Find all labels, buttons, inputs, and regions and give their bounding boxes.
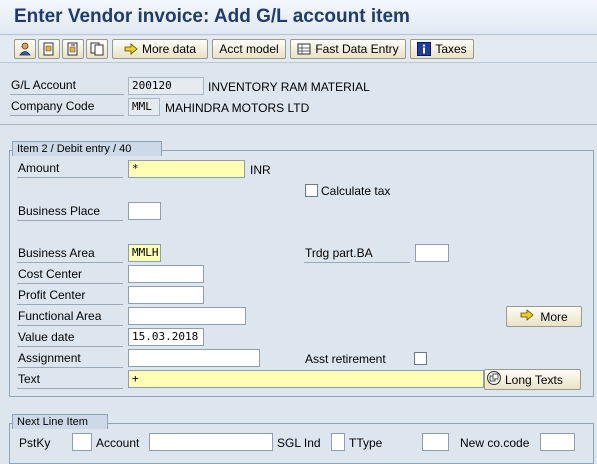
text-label: Text [17, 371, 123, 389]
person-icon [19, 42, 31, 56]
assignment-label: Assignment [17, 350, 123, 368]
page-title: Enter Vendor invoice: Add G/L account it… [14, 6, 410, 27]
ttype-input[interactable] [422, 433, 449, 451]
gl-account-field: 200120 [128, 77, 204, 95]
more-button[interactable]: More [506, 306, 582, 327]
info-icon [417, 42, 432, 56]
sgl-ind-label: SGL Ind [277, 436, 321, 450]
currency-label: INR [250, 163, 271, 177]
taxes-button[interactable]: Taxes [410, 39, 474, 59]
more-button-label: More [540, 309, 568, 324]
acct-model-button[interactable]: Acct model [212, 39, 286, 59]
sgl-ind-input[interactable] [331, 433, 345, 451]
item-group-title: Item 2 / Debit entry / 40 [12, 141, 162, 156]
asst-retirement-checkbox[interactable] [414, 352, 427, 365]
cost-center-label: Cost Center [17, 266, 123, 284]
pstky-label: PstKy [19, 436, 51, 450]
business-area-input[interactable]: MMLH [128, 244, 161, 262]
gl-account-label: G/L Account [10, 77, 124, 95]
next-line-item-title: Next Line Item [12, 414, 108, 429]
profit-center-label: Profit Center [17, 287, 123, 305]
title-bar: Enter Vendor invoice: Add G/L account it… [0, 0, 597, 35]
document-edit-icon [67, 42, 78, 56]
long-texts-label: Long Texts [505, 372, 563, 387]
more-data-label: More data [141, 42, 197, 56]
business-place-input[interactable] [128, 202, 161, 220]
functional-area-label: Functional Area [17, 308, 123, 326]
asst-retirement-label: Asst retirement [305, 352, 386, 366]
application-toolbar: More data Acct model Fast Data Entry Tax… [0, 36, 597, 63]
gl-account-description: INVENTORY RAM MATERIAL [208, 80, 370, 94]
functional-area-input[interactable] [128, 307, 246, 325]
calculate-tax-checkbox[interactable] [305, 184, 318, 197]
copy-pages-button[interactable] [86, 39, 108, 59]
table-edit-icon [297, 42, 311, 56]
text-input[interactable]: + [128, 370, 484, 388]
profit-center-input[interactable] [128, 286, 204, 304]
calculate-tax-label: Calculate tax [321, 184, 391, 198]
trdg-part-ba-input[interactable] [415, 244, 449, 262]
company-code-description: MAHINDRA MOTORS LTD [165, 101, 310, 115]
document-copy-icon [43, 42, 54, 56]
more-data-button[interactable]: More data [112, 39, 208, 59]
account-label: Account [96, 436, 140, 450]
value-date-input[interactable]: 15.03.2018 [128, 328, 204, 346]
long-text-icon [487, 371, 501, 388]
business-place-label: Business Place [17, 203, 123, 221]
trdg-part-ba-label: Trdg part.BA [304, 245, 410, 263]
fast-data-entry-label: Fast Data Entry [315, 42, 399, 56]
account-input[interactable] [149, 433, 273, 451]
arrow-right-icon [124, 42, 138, 56]
document-edit-button[interactable] [62, 39, 84, 59]
long-texts-button[interactable]: Long Texts [484, 369, 581, 390]
value-date-label: Value date [17, 329, 123, 347]
new-co-code-input[interactable] [540, 433, 575, 451]
new-co-code-label: New co.code [460, 436, 530, 450]
document-copy-button[interactable] [38, 39, 60, 59]
fast-data-entry-button[interactable]: Fast Data Entry [290, 39, 406, 59]
pstky-input[interactable] [72, 433, 92, 451]
cost-center-input[interactable] [128, 265, 204, 283]
business-area-label: Business Area [17, 245, 123, 263]
amount-input[interactable]: * [128, 160, 245, 178]
acct-model-label: Acct model [219, 42, 279, 56]
company-code-field: MML [128, 98, 160, 116]
copy-pages-icon [90, 42, 104, 56]
amount-label: Amount [17, 160, 123, 178]
company-code-label: Company Code [10, 98, 124, 116]
divider [0, 124, 597, 125]
arrow-right-icon [520, 309, 534, 324]
vendor-icon-button[interactable] [14, 39, 36, 59]
ttype-label: TType [349, 436, 383, 450]
taxes-label: Taxes [435, 42, 467, 56]
assignment-input[interactable] [128, 349, 260, 367]
